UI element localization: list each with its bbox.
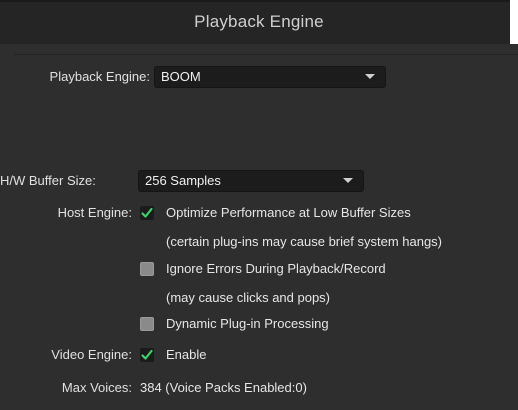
optimize-performance-note: (certain plug-ins may cause brief system…	[166, 234, 443, 249]
window-edge-strip	[510, 0, 518, 44]
host-engine-label: Host Engine:	[57, 205, 132, 220]
chevron-down-icon	[365, 74, 375, 79]
window-title: Playback Engine	[194, 12, 324, 31]
playback-engine-select[interactable]: BOOM	[154, 66, 386, 88]
section-divider	[14, 54, 518, 55]
ignore-errors-label: Ignore Errors During Playback/Record	[166, 261, 386, 276]
chevron-down-icon	[343, 178, 353, 183]
ignore-errors-checkbox[interactable]	[140, 262, 154, 276]
optimize-performance-label: Optimize Performance at Low Buffer Sizes	[166, 205, 411, 220]
ignore-errors-note: (may cause clicks and pops)	[166, 290, 331, 305]
playback-engine-window: Playback Engine Playback Engine: BOOM H/…	[0, 0, 518, 410]
optimize-performance-checkbox[interactable]	[140, 206, 154, 220]
hw-buffer-size-value: 256 Samples	[145, 173, 221, 188]
title-bar: Playback Engine	[0, 0, 518, 44]
video-engine-enable-label: Enable	[166, 347, 207, 362]
video-engine-enable-checkbox[interactable]	[140, 348, 154, 362]
video-engine-label: Video Engine:	[51, 347, 132, 362]
checkmark-icon	[141, 349, 153, 360]
hw-buffer-size-label: H/W Buffer Size:	[0, 173, 96, 188]
dynamic-plugin-processing-label: Dynamic Plug-in Processing	[166, 316, 329, 331]
checkmark-icon	[141, 207, 153, 218]
max-voices-label: Max Voices:	[61, 380, 132, 395]
dynamic-plugin-processing-checkbox[interactable]	[140, 317, 154, 331]
playback-engine-value: BOOM	[161, 69, 201, 84]
max-voices-value: 384 (Voice Packs Enabled:0)	[140, 380, 307, 395]
hw-buffer-size-select[interactable]: 256 Samples	[138, 170, 364, 192]
playback-engine-label: Playback Engine:	[49, 69, 150, 84]
